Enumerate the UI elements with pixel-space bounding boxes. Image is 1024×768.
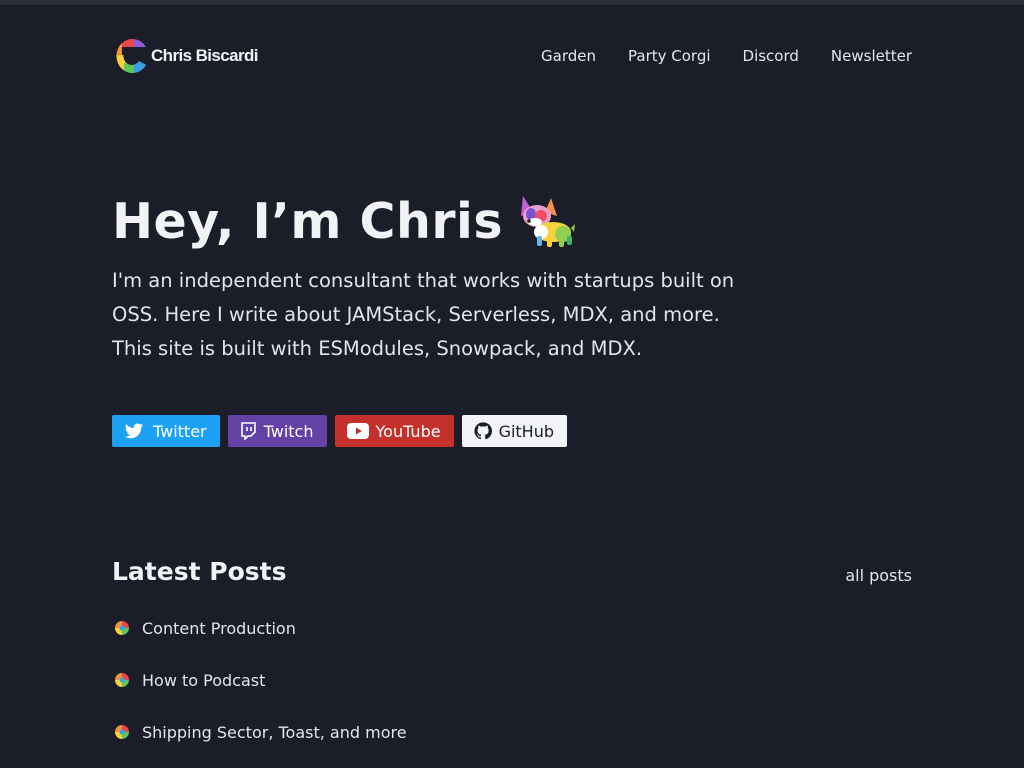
rainbow-dot-icon [112, 618, 132, 638]
post-link-content-production[interactable]: Content Production [142, 619, 296, 638]
twitter-icon [124, 423, 144, 439]
youtube-button[interactable]: YouTube [334, 415, 454, 447]
post-link-how-to-podcast[interactable]: How to Podcast [142, 671, 265, 690]
github-button[interactable]: GitHub [461, 415, 568, 447]
twitch-icon [240, 422, 256, 440]
twitch-button[interactable]: Twitch [227, 415, 327, 447]
intro-paragraph: I'm an independent consultant that works… [112, 269, 735, 360]
list-item: How to Podcast [112, 667, 407, 693]
hero-title-text: Hey, I’m Chris [112, 193, 503, 250]
list-item: Shipping Sector, Toast, and more [112, 719, 407, 745]
c-logo-icon [116, 38, 146, 73]
latest-posts-heading: Latest Posts [112, 557, 287, 586]
nav-link-garden[interactable]: Garden [541, 47, 596, 65]
github-label: GitHub [498, 421, 555, 441]
rainbow-dot-icon [112, 670, 132, 690]
list-item: Content Production [112, 615, 407, 641]
top-border [0, 0, 1024, 5]
rainbow-dot-icon [112, 722, 132, 742]
twitch-label: Twitch [263, 421, 314, 441]
twitter-button[interactable]: Twitter [112, 415, 220, 447]
social-links: Twitter Twitch YouTube GitHub [112, 415, 568, 447]
site-name: Chris Biscardi [151, 46, 258, 65]
youtube-label: YouTube [375, 421, 441, 441]
github-icon [473, 422, 492, 440]
nav-link-newsletter[interactable]: Newsletter [831, 47, 912, 65]
main-nav: Garden Party Corgi Discord Newsletter [541, 47, 912, 65]
party-corgi-icon [521, 195, 575, 247]
nav-link-party-corgi[interactable]: Party Corgi [628, 47, 711, 65]
hero-heading: Hey, I’m Chris [112, 193, 575, 250]
youtube-icon [346, 423, 369, 439]
nav-link-discord[interactable]: Discord [743, 47, 799, 65]
twitter-label: Twitter [153, 421, 207, 441]
post-list: Content Production How to Podcast Shippi… [112, 615, 407, 768]
site-logo-link[interactable]: Chris Biscardi [112, 37, 258, 75]
post-link-shipping-sector[interactable]: Shipping Sector, Toast, and more [142, 723, 407, 742]
all-posts-link[interactable]: all posts [845, 566, 912, 585]
